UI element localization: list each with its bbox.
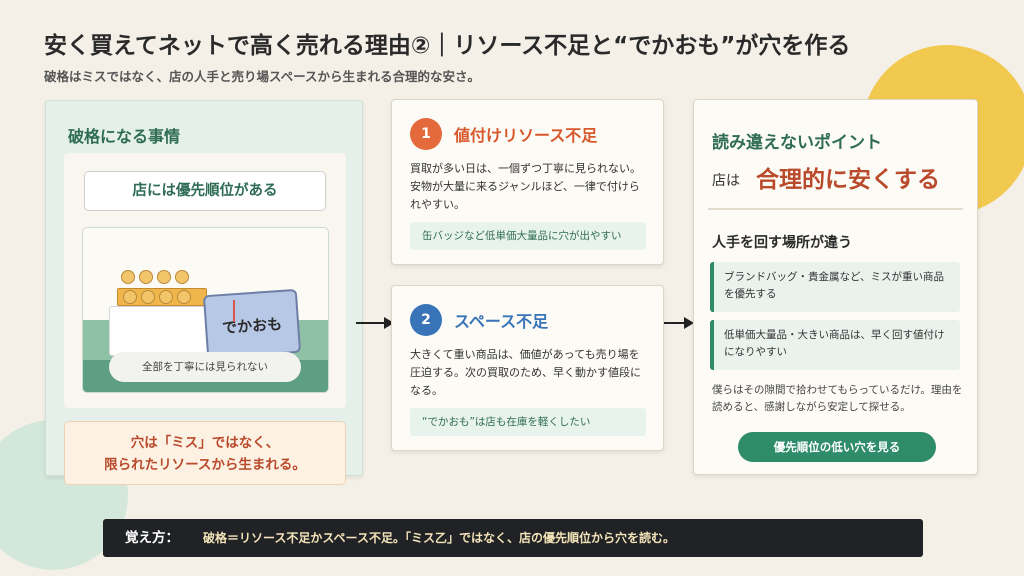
key-point-title: 読み違えないポイント xyxy=(712,133,882,153)
memo-label: 覚え方： xyxy=(125,530,179,546)
card-space-shortage: 2 スペース不足 大きくて重い商品は、価値があっても売り場を圧迫する。次の買取の… xyxy=(391,285,664,451)
badge-icon xyxy=(177,290,191,304)
badge-icon xyxy=(157,270,171,284)
badge-icon xyxy=(139,270,153,284)
note-line-1: 穴は「ミス」ではなく、 xyxy=(130,435,280,451)
card-body: 買取が多い日は、一個ずつ丁寧に見られない。安物が大量に来るジャンルほど、一律で付… xyxy=(410,162,641,211)
memo-bar: 覚え方： 破格＝リソース不足かスペース不足。「ミス乙」ではなく、店の優先順位から… xyxy=(103,519,923,557)
card-heading: 値付けリソース不足 xyxy=(454,126,598,145)
card-body: 大きくて重い商品は、価値があっても売り場を圧迫する。次の買取のため、早く動かす値… xyxy=(410,348,641,397)
card-tip: 缶バッジなど低単価大量品に穴が出やすい xyxy=(410,222,646,250)
memo-text: 破格＝リソース不足かスペース不足。「ミス乙」ではなく、店の優先順位から穴を読む。 xyxy=(203,531,675,545)
illustration-area: 店には優先順位がある でかおも 全部を丁寧には見られない xyxy=(64,153,346,408)
page-title: 安く買えてネットで高く売れる理由②｜リソース不足と“でかおも”が穴を作る xyxy=(44,33,851,59)
card-tip: “でかおも”は店も在庫を軽くしたい xyxy=(410,408,646,436)
key-point-card: 読み違えないポイント 店は 合理的に安くする 人手を回す場所が違う ブランドバッ… xyxy=(693,99,978,475)
reasons-panel-title: 破格になる事情 xyxy=(68,127,181,146)
badge-icon xyxy=(175,270,189,284)
limitation-pill: 全部を丁寧には見られない xyxy=(109,352,301,382)
key-point-note: 僕らはその隙間で拾わせてもらっているだけ。理由を読めると、感謝しながら安定して探… xyxy=(712,384,963,413)
priority-label: 店には優先順位がある xyxy=(84,171,326,211)
badge-icon xyxy=(141,290,155,304)
card-heading: スペース不足 xyxy=(454,312,549,331)
reasons-panel: 破格になる事情 店には優先順位がある でかおも 全部を丁寧には見られない 穴は「… xyxy=(45,100,363,485)
badge-icon xyxy=(123,290,137,304)
priority-item: ブランドバッグ・貴金属など、ミスが重い商品を優先する xyxy=(710,262,960,312)
badge-icon xyxy=(121,270,135,284)
key-point-emphasis: 合理的に安くする xyxy=(756,167,940,193)
box-mark xyxy=(233,300,235,322)
big-heavy-box: でかおも xyxy=(202,288,302,360)
key-point-subheading: 人手を回す場所が違う xyxy=(712,235,852,251)
page-subtitle: 破格はミスではなく、店の人手と売り場スペースから生まれる合理的な安さ。 xyxy=(44,69,481,84)
priority-item: 低単価大量品・大きい商品は、早く回す値付けになりやすい xyxy=(710,320,960,370)
arrow-right-icon xyxy=(664,317,694,329)
arrow-right-icon xyxy=(356,317,394,329)
number-badge: 2 xyxy=(410,304,442,336)
view-low-priority-button[interactable]: 優先順位の低い穴を見る xyxy=(738,432,936,462)
key-point-shop: 店は xyxy=(712,173,740,189)
reasons-note: 穴は「ミス」ではなく、 限られたリソースから生まれる。 xyxy=(64,421,346,485)
store-shelf-illustration: でかおも 全部を丁寧には見られない xyxy=(82,227,329,393)
number-badge: 1 xyxy=(410,118,442,150)
card-pricing-resource: 1 値付けリソース不足 買取が多い日は、一個ずつ丁寧に見られない。安物が大量に来… xyxy=(391,99,664,265)
badge-icon xyxy=(159,290,173,304)
divider xyxy=(708,208,963,210)
note-line-2: 限られたリソースから生まれる。 xyxy=(104,457,306,473)
